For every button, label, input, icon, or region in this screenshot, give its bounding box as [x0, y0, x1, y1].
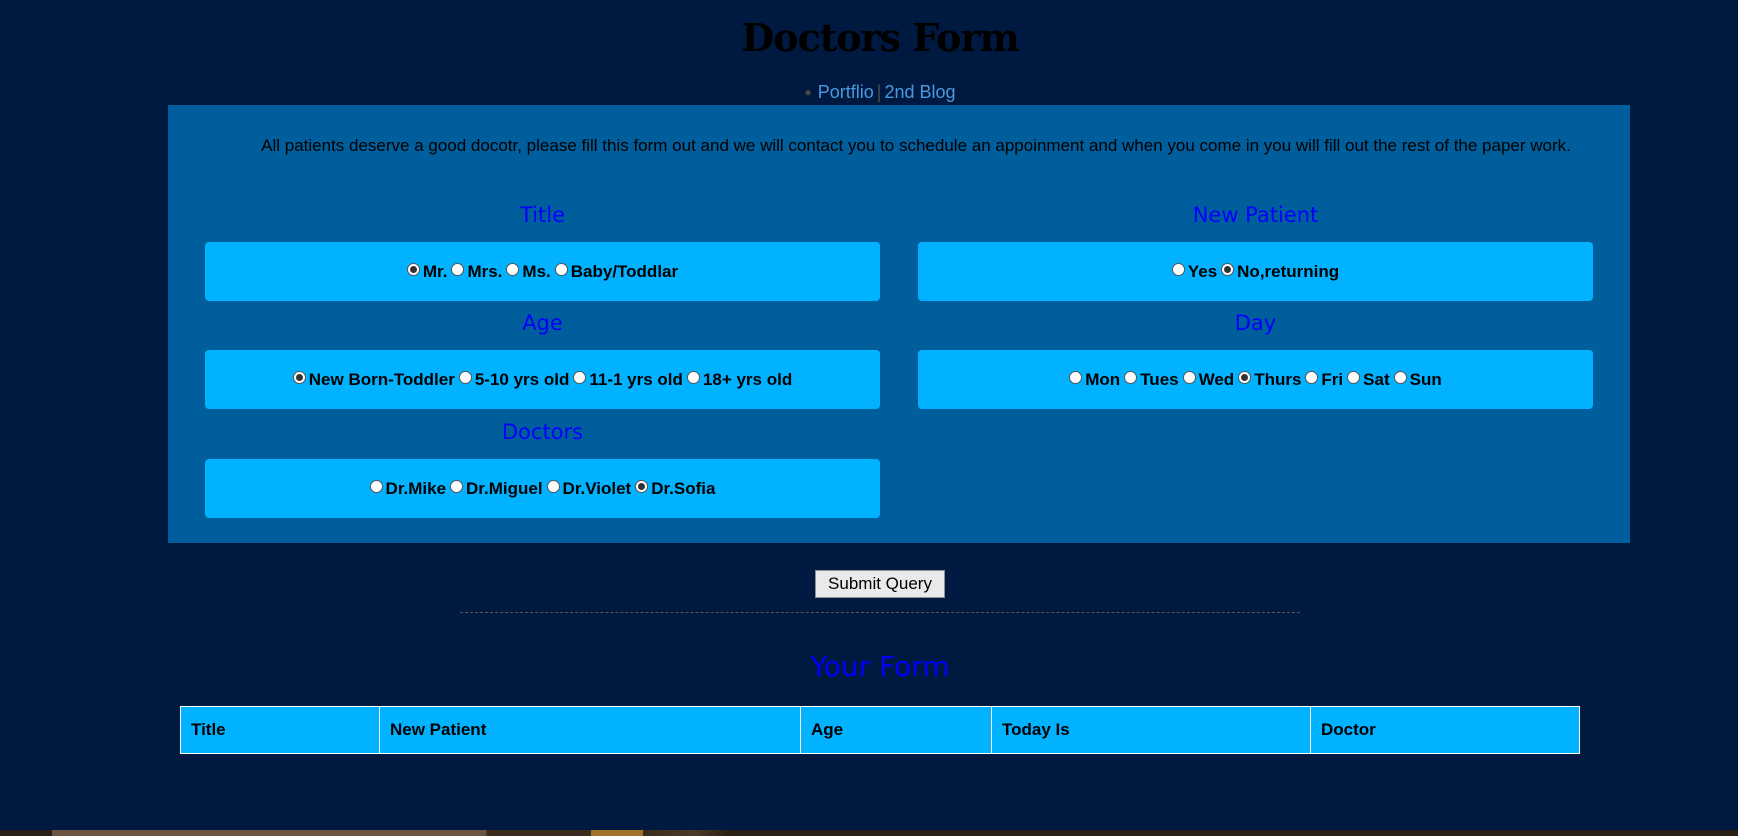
radio-button[interactable] [686, 371, 700, 384]
day-option[interactable]: Mon [1069, 370, 1120, 390]
nav-separator: | [876, 82, 882, 102]
nav-link-portfolio[interactable]: Portflio [818, 82, 874, 102]
option-label: Yes [1187, 261, 1218, 281]
day-option[interactable]: Thurs [1238, 370, 1301, 390]
day-option[interactable]: Tues [1124, 369, 1179, 390]
option-label: New Born-Toddler [308, 369, 455, 389]
title-option[interactable]: Baby/Toddlar [554, 261, 679, 282]
option-label: Baby/Toddlar [570, 261, 679, 281]
radio-button[interactable] [1171, 263, 1185, 276]
day-option[interactable]: Wed [1182, 369, 1235, 390]
radio-button[interactable] [369, 480, 383, 493]
nav-link-2nd-blog[interactable]: 2nd Blog [884, 82, 955, 102]
form-panel: All patients deserve a good docotr, plea… [168, 105, 1630, 543]
title-options: Mr. Mrs. Ms. Baby/Toddlar [205, 242, 880, 301]
doctors-option[interactable]: Dr.Sofia [635, 479, 715, 499]
option-label: Mon [1085, 369, 1121, 389]
radio-button[interactable] [1393, 371, 1407, 384]
column-header-today-is: Today Is [991, 706, 1311, 754]
age-options: New Born-Toddler 5-10 yrs old 11-1 yrs old… [205, 350, 880, 409]
option-label: 11-1 yrs old [589, 369, 683, 389]
option-label: Mr. [422, 261, 448, 281]
radio-button[interactable] [1069, 371, 1083, 384]
page-title: Doctors Form [741, 15, 1019, 60]
title-option[interactable]: Mr. [406, 261, 448, 282]
radio-button[interactable] [1182, 371, 1196, 384]
option-label: Sat [1363, 369, 1390, 389]
column-header-age: Age [800, 706, 992, 754]
option-label: Dr.Violet [562, 478, 632, 498]
radio-button[interactable] [1221, 263, 1235, 276]
nav-links: ● Portflio | 2nd Blog [0, 82, 1738, 103]
bullet-icon: ● [804, 85, 812, 99]
age-option[interactable]: 11-1 yrs old [573, 370, 683, 390]
divider [460, 612, 1300, 613]
option-label: Ms. [522, 261, 551, 281]
radio-button[interactable] [451, 263, 465, 276]
day-options: Mon Tues Wed Thurs Fri Sat Sun [918, 350, 1593, 409]
column-header-title: Title [180, 706, 380, 754]
submit-button[interactable]: Submit Query [815, 570, 945, 598]
option-label: Fri [1321, 369, 1344, 389]
results-header-row: Title New Patient Age Today Is Doctor [180, 706, 1580, 754]
new-patient-legend: New Patient [1192, 203, 1319, 227]
option-label: Sun [1409, 369, 1442, 389]
intro-text: All patients deserve a good docotr, plea… [261, 136, 1571, 155]
doctors-option[interactable]: Dr.Mike [369, 478, 447, 499]
title-option[interactable]: Mrs. [451, 262, 502, 282]
new-patient-option[interactable]: No,returning [1221, 262, 1339, 282]
radio-button[interactable] [506, 263, 520, 276]
radio-button[interactable] [406, 263, 420, 276]
option-label: 18+ yrs old [702, 369, 793, 389]
new-patient-options: Yes No,returning [918, 242, 1593, 301]
day-option[interactable]: Sat [1347, 369, 1390, 390]
radio-button[interactable] [546, 480, 560, 493]
column-header-doctor: Doctor [1310, 706, 1580, 754]
option-label: Mrs. [467, 261, 503, 281]
option-label: Thurs [1254, 369, 1302, 389]
option-label: No,returning [1237, 261, 1340, 281]
radio-button[interactable] [1124, 371, 1138, 384]
option-label: Tues [1140, 369, 1179, 389]
day-option[interactable]: Sun [1393, 369, 1442, 390]
results-heading: Your Form [810, 650, 950, 683]
radio-button[interactable] [1238, 371, 1252, 384]
day-option[interactable]: Fri [1305, 370, 1343, 390]
radio-button[interactable] [1305, 371, 1319, 384]
option-label: Dr.Mike [385, 478, 447, 498]
radio-button[interactable] [573, 371, 587, 384]
option-label: Wed [1198, 369, 1235, 389]
column-header-new-patient: New Patient [379, 706, 801, 754]
radio-button[interactable] [554, 263, 568, 276]
doctors-option[interactable]: Dr.Violet [546, 478, 632, 499]
radio-button[interactable] [1347, 371, 1361, 384]
option-label: 5-10 yrs old [474, 369, 570, 389]
option-label: Dr.Sofia [651, 478, 716, 498]
title-option[interactable]: Ms. [506, 261, 551, 282]
radio-button[interactable] [635, 480, 649, 493]
age-option[interactable]: 18+ yrs old [686, 369, 793, 390]
new-patient-option[interactable]: Yes [1171, 261, 1218, 282]
age-option[interactable]: New Born-Toddler [292, 369, 455, 390]
doctors-option[interactable]: Dr.Miguel [450, 479, 543, 499]
doctors-options: Dr.Mike Dr.Miguel Dr.Violet Dr.Sofia [205, 459, 880, 518]
title-legend: Title [519, 203, 565, 227]
results-table: Title New Patient Age Today Is Doctor [180, 706, 1580, 754]
radio-button[interactable] [292, 371, 306, 384]
doctors-legend: Doctors [501, 420, 584, 444]
radio-button[interactable] [458, 371, 472, 384]
day-legend: Day [1234, 311, 1277, 335]
bottom-decoration [0, 830, 1738, 836]
radio-button[interactable] [450, 480, 464, 493]
age-option[interactable]: 5-10 yrs old [458, 369, 570, 390]
option-label: Dr.Miguel [466, 478, 543, 498]
age-legend: Age [522, 311, 563, 335]
